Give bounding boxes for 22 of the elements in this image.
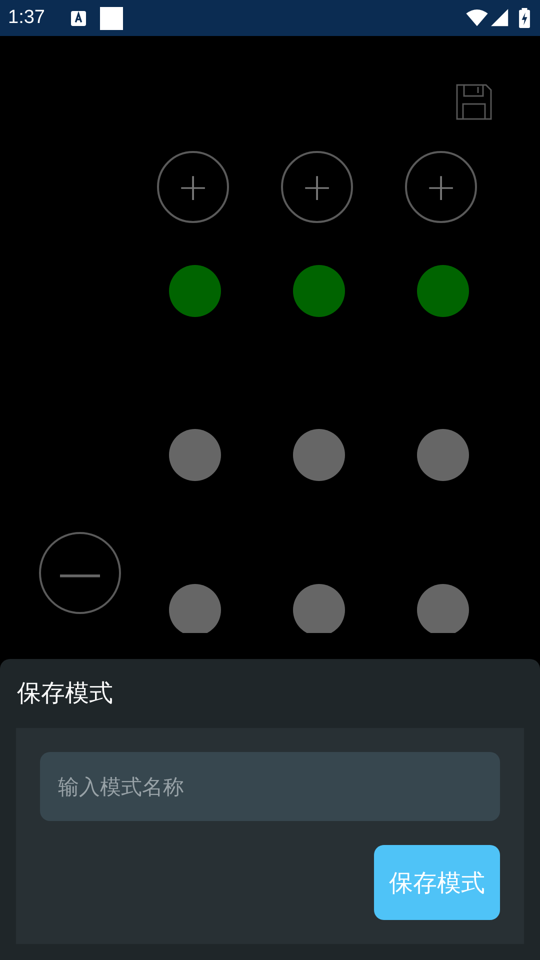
save-icon[interactable] [456,84,492,120]
signal-icon [491,9,509,27]
status-dot[interactable] [417,265,469,317]
battery-icon [519,8,530,28]
keyboard-a-icon [70,10,86,26]
add-button[interactable]: + [281,151,353,223]
sheet-title: 保存模式 [16,678,114,709]
input-field[interactable]: 输入模式名称 [40,752,500,821]
status-dot[interactable] [169,265,221,317]
add-button[interactable]: + [405,151,477,223]
status-dot[interactable] [293,265,345,317]
status-dot[interactable] [293,584,345,633]
status-dot[interactable] [417,429,469,481]
remove-button[interactable]: — [39,532,121,614]
status-dot[interactable] [169,429,221,481]
wifi-icon [466,9,488,27]
status-dot[interactable] [417,584,469,633]
clock: 1:37 [8,7,45,29]
add-button[interactable]: + [157,151,229,223]
status-dot[interactable] [293,429,345,481]
notification-icon [100,6,123,30]
status-dot[interactable] [169,584,221,633]
